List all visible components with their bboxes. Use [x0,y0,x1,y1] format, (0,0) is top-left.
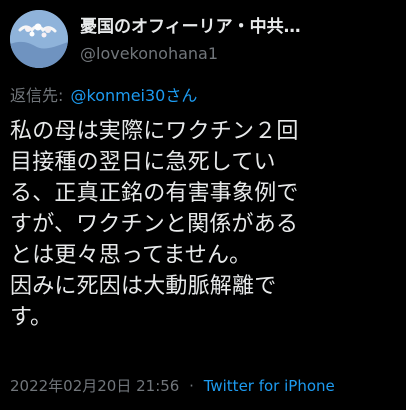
avatar-icon [10,10,68,68]
user-handle[interactable]: @lovekonohana1 [80,44,380,64]
tweet-text: 私の母は実際にワクチン２回 目接種の翌日に急死してい る、正真正銘の有害事象例で… [10,116,402,333]
reply-context: 返信先: @konmei30さん [10,86,197,106]
tweet-line: とは更々思ってません。 [10,243,252,268]
tweet-header: 憂国のオフィーリア・中共… @lovekonohana1 [0,0,406,80]
tweet-line: 目接種の翌日に急死してい [10,150,276,175]
tweet-source-link[interactable]: Twitter for iPhone [204,377,335,395]
display-name[interactable]: 憂国のオフィーリア・中共… [80,16,338,38]
user-names: 憂国のオフィーリア・中共… @lovekonohana1 [80,16,380,64]
tweet-line: すが、ワクチンと関係がある [10,212,299,237]
avatar[interactable] [10,10,68,68]
tweet-line: す。 [10,305,53,330]
tweet: 憂国のオフィーリア・中共… @lovekonohana1 返信先: @konme… [0,0,406,410]
tweet-line: 因みに死因は大動脈解離で [10,274,277,299]
tweet-line: 私の母は実際にワクチン２回 [10,119,299,144]
meta-separator: · [189,377,194,395]
tweet-timestamp[interactable]: 2022年02月20日 21:56 [10,377,179,395]
reply-label: 返信先: [10,86,64,105]
reply-target-link[interactable]: @konmei30さん [71,86,198,105]
tweet-line: る、正真正銘の有害事象例で [10,181,299,206]
tweet-meta: 2022年02月20日 21:56 · Twitter for iPhone [10,376,335,396]
